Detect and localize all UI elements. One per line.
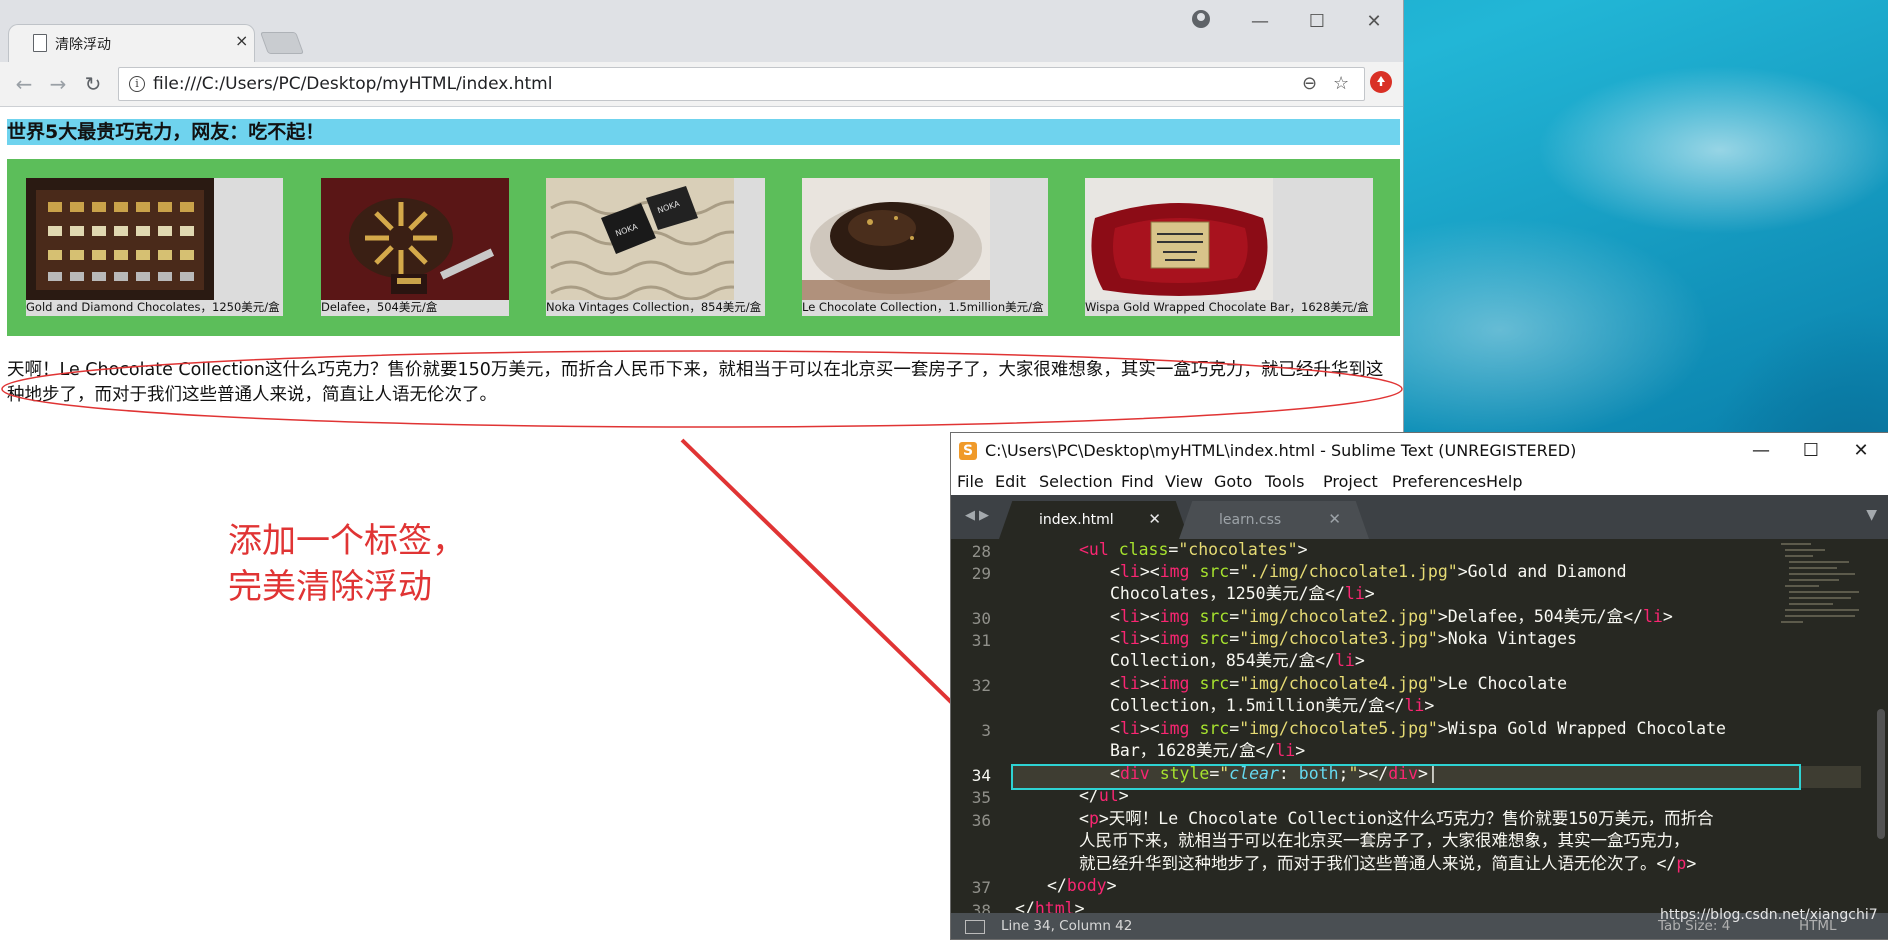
code-line-30: <li><img src="img/chocolate2.jpg">Delafe… [1110, 607, 1673, 626]
tab-nav-arrows-icon[interactable]: ◀▶ [965, 508, 993, 523]
annotation-text: 添加一个标签， 完美清除浮动 [228, 518, 466, 610]
chocolate1-image [26, 178, 214, 300]
browser-toolbar: ← → ↻ i file:///C:/Users/PC/Desktop/myHT… [0, 62, 1403, 107]
code-line-33-wrap: Bar，1628美元/盒</li> [1110, 741, 1306, 760]
menu-file[interactable]: File [957, 472, 984, 491]
minimize-button[interactable]: — [1238, 8, 1282, 36]
page-icon [33, 34, 47, 52]
tab-index-html[interactable]: index.html ✕ [999, 501, 1189, 539]
maximize-button[interactable]: ☐ [1295, 8, 1339, 36]
code-line-31: <li><img src="img/chocolate3.jpg">Noka V… [1110, 629, 1577, 648]
extension-icon[interactable] [1370, 71, 1392, 93]
code-line-36: <p>天啊！Le Chocolate Collection这什么巧克力？售价就要… [1079, 809, 1714, 828]
close-button[interactable]: ✕ [1352, 8, 1396, 36]
tab-close-icon[interactable]: ✕ [1148, 510, 1161, 528]
list-item: Wispa Gold Wrapped Chocolate Bar，1628美元/… [1085, 178, 1373, 316]
page-heading: 世界5大最贵巧克力，网友：吃不起！ [7, 119, 1400, 145]
sublime-titlebar: S C:\Users\PC\Desktop\myHTML\index.html … [951, 433, 1888, 469]
code-line-28: <ul class="chocolates"> [1079, 540, 1308, 559]
sublime-minimize-button[interactable]: — [1741, 436, 1781, 466]
url-text[interactable]: file:///C:/Users/PC/Desktop/myHTML/index… [153, 74, 552, 94]
code-line-37: </body> [1047, 876, 1117, 895]
chocolate-caption: Delafee，504美元/盒 [321, 300, 438, 314]
sublime-window-title: C:\Users\PC\Desktop\myHTML\index.html - … [985, 441, 1577, 460]
reload-icon[interactable]: ↻ [79, 70, 107, 98]
chocolates-list: Gold and Diamond Chocolates，1250美元/盒 Del… [7, 159, 1400, 336]
tab-close-icon[interactable]: ✕ [1328, 510, 1341, 528]
sublime-tab-bar: ◀▶ index.html ✕ learn.css ✕ ▼ [951, 495, 1888, 539]
new-tab-button[interactable] [259, 32, 305, 54]
code-line-36-wrap-2: 就已经升华到这种地步了，而对于我们这些普通人来说，简直让人语无伦次了。</p> [1079, 854, 1697, 873]
code-editor[interactable]: 28 29 30 31 32 3 34 35 36 37 38 <ul clas… [951, 539, 1888, 913]
chocolate-caption: Noka Vintages Collection，854美元/盒 [546, 300, 762, 314]
cursor-position: Line 34, Column 42 [1001, 918, 1133, 934]
vertical-scrollbar[interactable] [1877, 709, 1885, 839]
code-line-29-wrap: Chocolates，1250美元/盒</li> [1110, 584, 1375, 603]
tab-learn-css[interactable]: learn.css ✕ [1179, 501, 1369, 539]
chocolate2-image [321, 178, 509, 300]
sublime-window: S C:\Users\PC\Desktop\myHTML\index.html … [950, 432, 1888, 940]
menu-goto[interactable]: Goto [1214, 472, 1252, 491]
menu-project[interactable]: Project [1323, 472, 1378, 491]
chocolate-caption: Gold and Diamond Chocolates，1250美元/盒 [26, 300, 280, 314]
watermark-text: https://blog.csdn.net/xiangchi7 [1660, 907, 1878, 923]
chocolate5-image [1085, 178, 1273, 300]
panel-toggle-icon[interactable] [965, 920, 985, 934]
description-paragraph: 天啊！Le Chocolate Collection这什么巧克力？售价就要150… [7, 360, 1384, 405]
list-item: Le Chocolate Collection，1.5million美元/盒 [802, 178, 1048, 316]
address-bar[interactable]: i file:///C:/Users/PC/Desktop/myHTML/ind… [118, 67, 1365, 101]
chocolate4-image [802, 178, 990, 300]
annotation-line-1: 添加一个标签， [228, 521, 466, 561]
code-line-29: <li><img src="./img/chocolate1.jpg">Gold… [1110, 562, 1627, 581]
list-item: NOKA NOKA Noka Vintages Collection，854美元… [546, 178, 765, 316]
code-line-32: <li><img src="img/chocolate4.jpg">Le Cho… [1110, 674, 1568, 693]
menu-tools[interactable]: Tools [1265, 472, 1304, 491]
tab-label: index.html [1039, 512, 1114, 528]
minimap[interactable] [1777, 539, 1867, 659]
line-number: 38 [971, 901, 991, 913]
code-line-38: </html> [1015, 899, 1085, 913]
profile-icon[interactable] [1192, 10, 1210, 28]
code-lines[interactable]: <ul class="chocolates"> <li><img src="./… [951, 539, 1726, 913]
menu-selection[interactable]: Selection [1039, 472, 1113, 491]
list-item: Gold and Diamond Chocolates，1250美元/盒 [26, 178, 283, 316]
sublime-maximize-button[interactable]: ☐ [1791, 436, 1831, 466]
chocolate3-image: NOKA NOKA [546, 178, 734, 300]
code-line-33: <li><img src="img/chocolate5.jpg">Wispa … [1110, 719, 1726, 738]
tab-label: learn.css [1219, 512, 1282, 528]
annotation-highlight-box [1011, 764, 1801, 790]
browser-titlebar: 清除浮动 × — ☐ ✕ [0, 0, 1403, 63]
browser-tab[interactable]: 清除浮动 × [8, 24, 255, 63]
list-item: Delafee，504美元/盒 [321, 178, 509, 316]
chocolate-caption: Wispa Gold Wrapped Chocolate Bar，1628美元/… [1085, 300, 1369, 314]
info-icon[interactable]: i [129, 76, 145, 92]
tab-title: 清除浮动 [55, 37, 111, 53]
menu-find[interactable]: Find [1121, 472, 1154, 491]
tab-close-icon[interactable]: × [235, 31, 248, 50]
chocolate-caption: Le Chocolate Collection，1.5million美元/盒 [802, 300, 1044, 314]
code-line-32-wrap: Collection，1.5million美元/盒</li> [1110, 696, 1435, 715]
code-line-36-wrap-1: 人民币下来，就相当于可以在北京买一套房子了，大家很难想象，其实一盒巧克力， [1079, 831, 1690, 850]
forward-arrow-icon[interactable]: → [44, 70, 72, 98]
code-line-31-wrap: Collection，854美元/盒</li> [1110, 651, 1365, 670]
sublime-menu-bar: File Edit Selection Find View Goto Tools… [951, 469, 1888, 495]
back-arrow-icon[interactable]: ← [10, 70, 38, 98]
bookmark-star-icon[interactable]: ☆ [1333, 73, 1349, 94]
sublime-close-button[interactable]: ✕ [1841, 436, 1881, 466]
zoom-icon[interactable]: ⊖ [1302, 73, 1317, 94]
menu-preferences[interactable]: Preferences [1392, 472, 1486, 491]
menu-edit[interactable]: Edit [995, 472, 1026, 491]
menu-help[interactable]: Help [1486, 472, 1522, 491]
tab-dropdown-icon[interactable]: ▼ [1866, 507, 1877, 523]
sublime-logo-icon: S [959, 442, 977, 460]
menu-view[interactable]: View [1165, 472, 1203, 491]
annotation-line-2: 完美清除浮动 [228, 567, 432, 607]
